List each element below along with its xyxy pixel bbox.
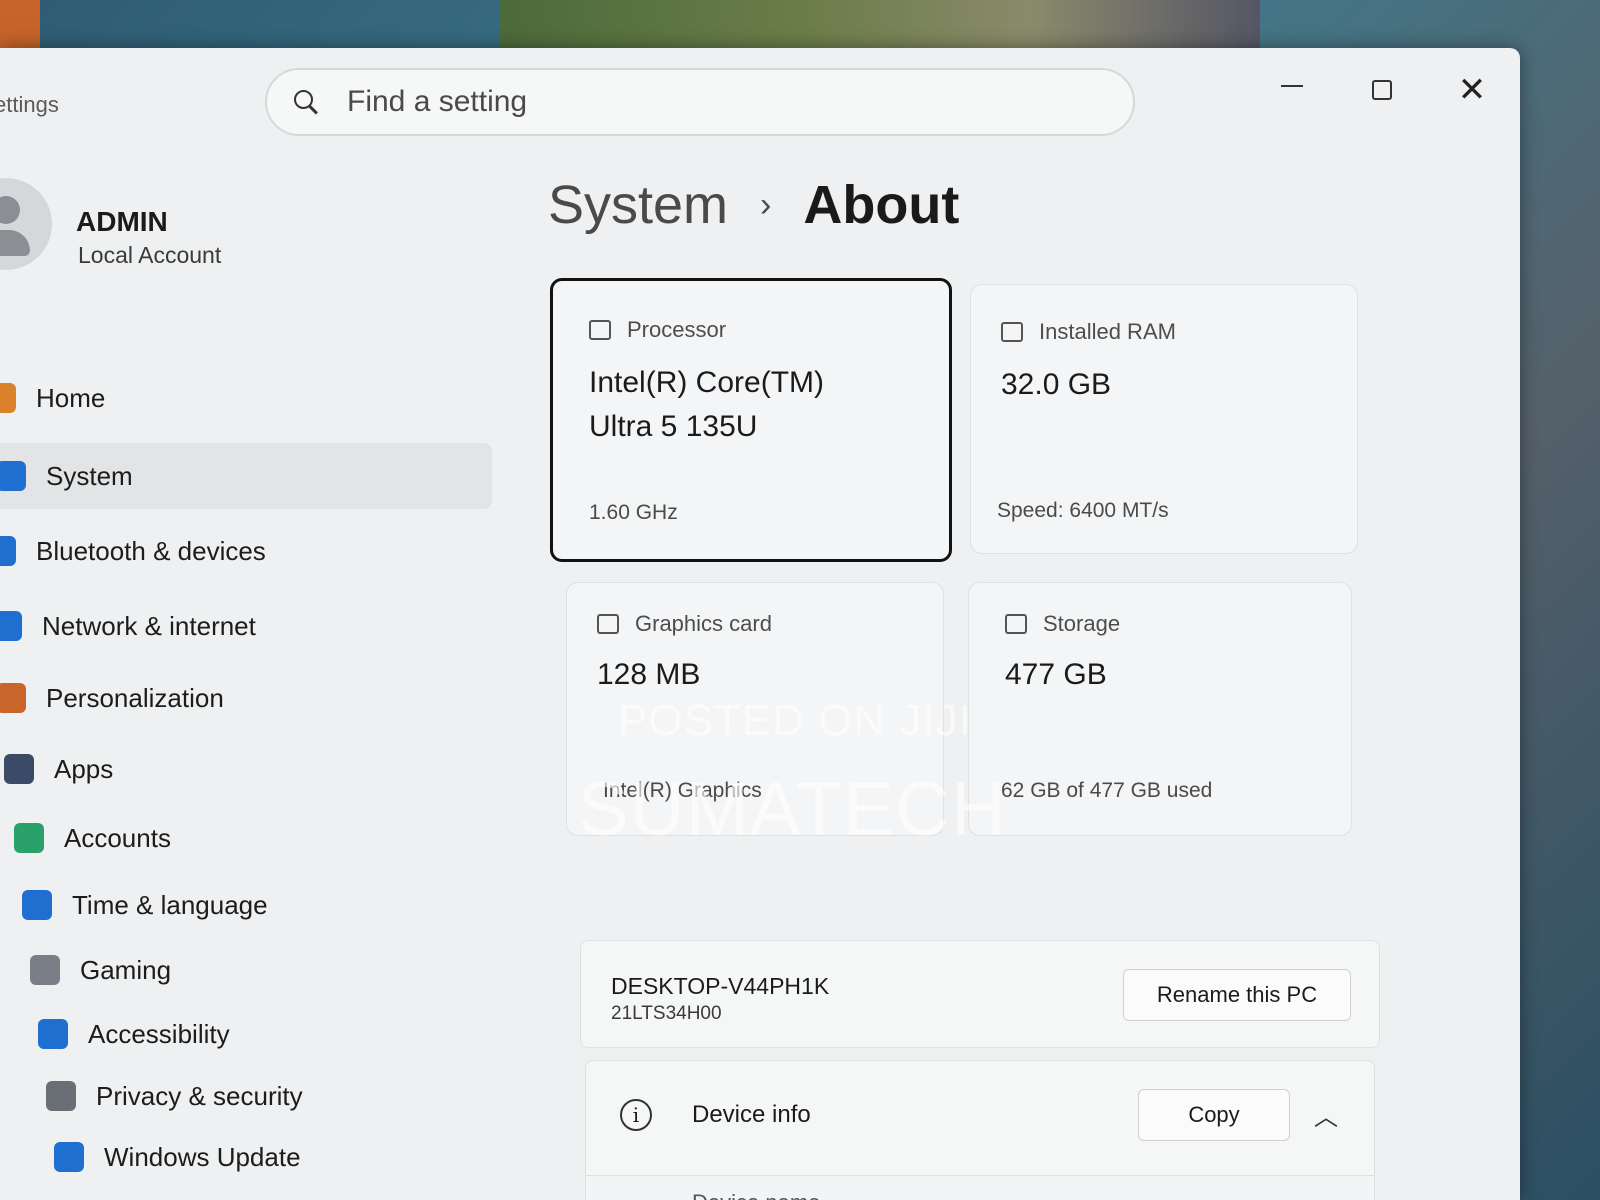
brush-icon (0, 683, 26, 713)
device-info-label: Device info (692, 1101, 811, 1128)
gamepad-icon (30, 955, 60, 985)
sidebar-item-privacy-security[interactable]: Privacy & security (46, 1063, 466, 1129)
sidebar-item-label: Windows Update (104, 1141, 301, 1172)
settings-window: ettings ✕ ADMIN Local Account Home System… (0, 48, 1520, 1200)
ram-speed: Speed: 6400 MT/s (997, 499, 1169, 522)
accounts-icon (14, 823, 44, 853)
storage-value: 477 GB (1005, 658, 1107, 691)
sidebar-item-time-language[interactable]: Time & language (22, 872, 442, 938)
sidebar-item-apps[interactable]: Apps (4, 736, 424, 802)
device-name-row: DESKTOP-V44PH1K 21LTS34H00 Rename this P… (580, 940, 1380, 1048)
home-icon (0, 383, 16, 413)
maximize-icon (1372, 80, 1392, 100)
copy-button[interactable]: Copy (1138, 1089, 1290, 1141)
processor-icon (589, 320, 611, 340)
rename-pc-button[interactable]: Rename this PC (1123, 969, 1351, 1021)
ram-label: Installed RAM (1039, 319, 1176, 344)
wifi-icon (0, 611, 22, 641)
breadcrumb-separator: › (760, 185, 772, 224)
device-info-header[interactable]: i Device info Copy ︿ (585, 1060, 1375, 1176)
search-box[interactable] (265, 68, 1135, 136)
accessibility-icon (38, 1019, 68, 1049)
processor-label: Processor (627, 317, 727, 342)
minimize-icon (1281, 84, 1303, 88)
sidebar-item-windows-update[interactable]: Windows Update (54, 1124, 474, 1190)
ram-icon (1001, 322, 1023, 342)
graphics-name: Intel(R) Graphics (603, 779, 762, 802)
sidebar-item-personalization[interactable]: Personalization (0, 665, 416, 731)
sidebar-item-label: Accessibility (88, 1018, 230, 1049)
page-title: About (803, 175, 960, 235)
storage-card[interactable]: Storage 477 GB 62 GB of 477 GB used (968, 582, 1352, 836)
graphics-label: Graphics card (635, 611, 772, 636)
storage-label: Storage (1043, 611, 1121, 636)
bluetooth-icon (0, 536, 16, 566)
sidebar-item-network-internet[interactable]: Network & internet (0, 593, 412, 659)
clock-globe-icon (22, 890, 52, 920)
sidebar-item-accounts[interactable]: Accounts (14, 805, 434, 871)
ram-card[interactable]: Installed RAM 32.0 GB Speed: 6400 MT/s (970, 284, 1358, 554)
device-name-field-label: Device name (692, 1190, 820, 1200)
sidebar-item-label: Bluetooth & devices (36, 535, 266, 566)
device-info-detail-row: Device name (585, 1176, 1375, 1200)
system-icon (0, 461, 26, 491)
close-button[interactable]: ✕ (1442, 70, 1502, 110)
processor-value-line1: Intel(R) Core(TM) (589, 366, 825, 399)
sidebar-item-label: Network & internet (42, 610, 256, 641)
graphics-card[interactable]: Graphics card 128 MB Intel(R) Graphics (566, 582, 944, 836)
sidebar-item-label: System (46, 460, 133, 491)
sidebar-item-label: Accounts (64, 822, 171, 853)
sidebar-item-label: Apps (54, 753, 114, 784)
sidebar-item-label: Time & language (72, 889, 268, 920)
device-model: 21LTS34H00 (611, 1003, 722, 1024)
processor-speed: 1.60 GHz (589, 501, 678, 524)
storage-usage: 62 GB of 477 GB used (1001, 779, 1213, 802)
chevron-up-icon[interactable]: ︿ (1314, 1097, 1338, 1132)
sidebar-item-system[interactable]: System (0, 443, 492, 509)
user-account-type: Local Account (78, 242, 222, 268)
sidebar-item-accessibility[interactable]: Accessibility (38, 1001, 458, 1067)
search-input[interactable] (347, 85, 1067, 119)
sidebar-item-gaming[interactable]: Gaming (30, 937, 450, 1003)
processor-value-line2: Ultra 5 135U (589, 409, 758, 443)
info-icon: i (620, 1099, 652, 1131)
close-icon: ✕ (1457, 71, 1487, 109)
sidebar-item-label: Gaming (80, 954, 172, 985)
device-name: DESKTOP-V44PH1K (611, 973, 830, 999)
apps-icon (4, 754, 34, 784)
breadcrumb: System › About (548, 174, 959, 236)
processor-card[interactable]: Processor Intel(R) Core(TM) Ultra 5 135U… (550, 278, 952, 562)
sidebar-item-label: Personalization (46, 682, 224, 713)
graphics-value: 128 MB (597, 658, 701, 691)
sidebar-item-home[interactable]: Home (0, 365, 406, 431)
sidebar-item-label: Privacy & security (96, 1080, 303, 1111)
search-icon (293, 89, 319, 115)
shield-icon (46, 1081, 76, 1111)
avatar[interactable] (0, 178, 52, 270)
sidebar-item-label: Home (36, 382, 106, 413)
storage-icon (1005, 614, 1027, 634)
ram-value: 32.0 GB (1001, 368, 1112, 401)
minimize-button[interactable] (1262, 70, 1322, 110)
breadcrumb-parent[interactable]: System (548, 174, 728, 236)
update-icon (54, 1142, 84, 1172)
sidebar-item-bluetooth-devices[interactable]: Bluetooth & devices (0, 518, 406, 584)
app-title: ettings (0, 92, 59, 117)
graphics-icon (597, 614, 619, 634)
desktop-wallpaper-top (500, 0, 1260, 55)
user-name: ADMIN (76, 206, 168, 237)
maximize-button[interactable] (1352, 70, 1412, 110)
